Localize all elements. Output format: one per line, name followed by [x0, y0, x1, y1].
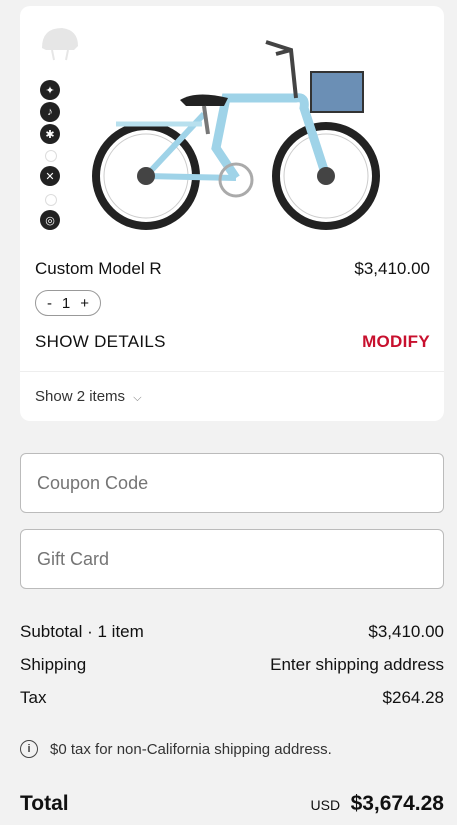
subtotal-label: Subtotal · 1 item: [20, 622, 144, 641]
info-icon: i: [20, 740, 38, 758]
increase-quantity-button[interactable]: +: [80, 295, 89, 312]
tax-note: i $0 tax for non-California shipping add…: [20, 740, 332, 758]
shipping-label: Shipping: [20, 655, 87, 674]
gift-card-input[interactable]: [20, 529, 444, 589]
shipping-value[interactable]: Enter shipping address: [270, 655, 444, 675]
helmet-icon[interactable]: [38, 22, 82, 62]
total-label: Total: [20, 792, 69, 815]
quantity-stepper: - 1 +: [35, 290, 101, 316]
kickstand-icon[interactable]: ✱: [40, 124, 60, 144]
tax-value: $264.28: [382, 688, 444, 707]
shield-icon[interactable]: [45, 194, 57, 206]
show-details-button[interactable]: SHOW DETAILS: [35, 332, 166, 352]
quantity-value: 1: [61, 294, 71, 312]
cart-item-card: ✦ ♪ ✱ ✕ ◎ Custom Model R $3,410.00 - 1 +…: [20, 6, 444, 421]
item-price: $3,410.00: [354, 259, 430, 278]
bike-image: [92, 40, 380, 230]
tax-label: Tax: [20, 688, 47, 707]
tax-row: Tax $264.28: [20, 688, 444, 708]
bell-icon[interactable]: ♪: [40, 102, 60, 122]
subtotal-value: $3,410.00: [368, 622, 444, 641]
total-row: Total USD $3,674.28: [20, 792, 444, 816]
show-items-toggle[interactable]: Show 2 items ⌵: [35, 388, 142, 405]
modify-button[interactable]: MODIFY: [362, 332, 430, 352]
divider: [20, 371, 444, 372]
disc-icon[interactable]: ◎: [40, 210, 60, 230]
light-icon[interactable]: ✦: [40, 80, 60, 100]
item-name: Custom Model R: [35, 259, 162, 278]
show-items-label: Show 2 items: [35, 388, 126, 405]
decrease-quantity-button[interactable]: -: [47, 295, 52, 312]
chevron-down-icon: ⌵: [133, 392, 142, 404]
subtotal-row: Subtotal · 1 item $3,410.00: [20, 622, 444, 642]
tax-note-text: $0 tax for non-California shipping addre…: [50, 740, 332, 758]
coupon-code-input[interactable]: [20, 453, 444, 513]
total-currency: USD: [310, 797, 341, 813]
lock-icon[interactable]: [45, 150, 57, 162]
total-value: $3,674.28: [350, 792, 444, 815]
cross-icon[interactable]: ✕: [40, 166, 60, 186]
shipping-row: Shipping Enter shipping address: [20, 655, 444, 675]
